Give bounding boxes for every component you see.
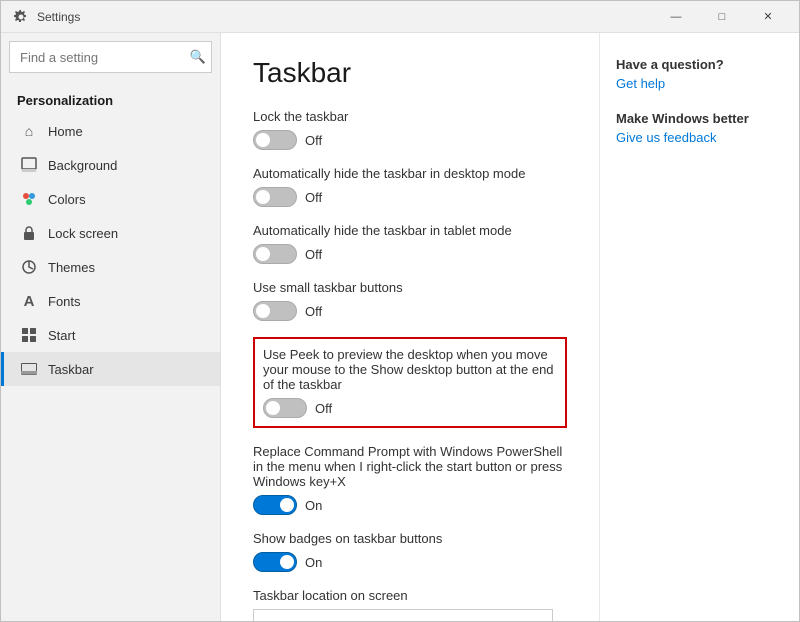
sidebar-item-fonts[interactable]: A Fonts [1, 284, 220, 318]
sidebar-item-colors-label: Colors [48, 192, 86, 207]
sidebar-item-fonts-label: Fonts [48, 294, 81, 309]
search-container: 🔍 [9, 41, 212, 73]
search-icon: 🔍 [190, 49, 206, 64]
toggle-row-hide-tablet: Off [253, 244, 567, 264]
sidebar-item-themes-label: Themes [48, 260, 95, 275]
toggle-knob [256, 247, 270, 261]
dropdown-location[interactable]: Bottom Top Left Right [253, 609, 553, 621]
dropdown-location-wrapper: Bottom Top Left Right ▾ [253, 609, 553, 621]
toggle-hide-desktop[interactable] [253, 187, 297, 207]
lock-icon [20, 224, 38, 242]
toggle-row-small-buttons: Off [253, 301, 567, 321]
toggle-lock-taskbar[interactable] [253, 130, 297, 150]
toggle-knob [256, 190, 270, 204]
setting-small-buttons-label: Use small taskbar buttons [253, 280, 567, 295]
feedback-link[interactable]: Give us feedback [616, 130, 783, 145]
home-icon: ⌂ [20, 122, 38, 140]
app-body: 🔍 Personalization ⌂ Home Background Colo… [1, 33, 799, 621]
toggle-badges-text: On [305, 555, 322, 570]
toggle-hide-tablet[interactable] [253, 244, 297, 264]
sidebar-item-home-label: Home [48, 124, 83, 139]
themes-icon [20, 258, 38, 276]
toggle-peek-preview-text: Off [315, 401, 332, 416]
window-title: Settings [37, 10, 80, 24]
toggle-row-powershell: On [253, 495, 567, 515]
title-bar: Settings — □ ✕ [1, 1, 799, 33]
setting-hide-desktop: Automatically hide the taskbar in deskto… [253, 166, 567, 207]
sidebar-item-background-label: Background [48, 158, 117, 173]
sidebar-item-colors[interactable]: Colors [1, 182, 220, 216]
setting-hide-tablet: Automatically hide the taskbar in tablet… [253, 223, 567, 264]
toggle-hide-tablet-text: Off [305, 247, 322, 262]
setting-hide-desktop-label: Automatically hide the taskbar in deskto… [253, 166, 567, 181]
setting-peek-preview-label: Use Peek to preview the desktop when you… [263, 347, 557, 392]
start-icon [20, 326, 38, 344]
toggle-row-lock-taskbar: Off [253, 130, 567, 150]
sidebar: 🔍 Personalization ⌂ Home Background Colo… [1, 33, 221, 621]
toggle-powershell-text: On [305, 498, 322, 513]
sidebar-item-taskbar[interactable]: Taskbar [1, 352, 220, 386]
sidebar-item-background[interactable]: Background [1, 148, 220, 182]
setting-hide-tablet-label: Automatically hide the taskbar in tablet… [253, 223, 567, 238]
setting-lock-taskbar: Lock the taskbar Off [253, 109, 567, 150]
sidebar-item-start-label: Start [48, 328, 75, 343]
sidebar-item-start[interactable]: Start [1, 318, 220, 352]
taskbar-icon [20, 360, 38, 378]
dropdown-location-label: Taskbar location on screen [253, 588, 567, 603]
close-button[interactable]: ✕ [745, 1, 791, 33]
setting-small-buttons: Use small taskbar buttons Off [253, 280, 567, 321]
toggle-small-buttons-text: Off [305, 304, 322, 319]
sidebar-item-lock-screen-label: Lock screen [48, 226, 118, 241]
get-help-link[interactable]: Get help [616, 76, 783, 91]
colors-icon [20, 190, 38, 208]
search-input[interactable] [9, 41, 212, 73]
sidebar-item-themes[interactable]: Themes [1, 250, 220, 284]
main-content: Taskbar Lock the taskbar Off Automatical… [221, 33, 599, 621]
right-panel: Have a question? Get help Make Windows b… [599, 33, 799, 621]
toggle-hide-desktop-text: Off [305, 190, 322, 205]
toggle-row-peek-preview: Off [263, 398, 557, 418]
toggle-row-badges: On [253, 552, 567, 572]
sidebar-item-taskbar-label: Taskbar [48, 362, 94, 377]
toggle-small-buttons[interactable] [253, 301, 297, 321]
toggle-knob [266, 401, 280, 415]
toggle-peek-preview[interactable] [263, 398, 307, 418]
setting-badges-label: Show badges on taskbar buttons [253, 531, 567, 546]
toggle-knob [256, 133, 270, 147]
toggle-knob [280, 498, 294, 512]
setting-badges: Show badges on taskbar buttons On [253, 531, 567, 572]
settings-window-icon [13, 9, 29, 25]
maximize-button[interactable]: □ [699, 1, 745, 33]
minimize-button[interactable]: — [653, 1, 699, 33]
sidebar-item-home[interactable]: ⌂ Home [1, 114, 220, 148]
setting-peek-preview-highlighted: Use Peek to preview the desktop when you… [253, 337, 567, 428]
window-controls: — □ ✕ [653, 1, 791, 33]
toggle-row-hide-desktop: Off [253, 187, 567, 207]
background-icon [20, 156, 38, 174]
dropdown-container-location: Taskbar location on screen Bottom Top Le… [253, 588, 567, 621]
question-title: Have a question? [616, 57, 783, 72]
search-icon-button[interactable]: 🔍 [190, 49, 206, 65]
page-title: Taskbar [253, 57, 567, 89]
setting-powershell: Replace Command Prompt with Windows Powe… [253, 444, 567, 515]
toggle-knob [256, 304, 270, 318]
setting-lock-taskbar-label: Lock the taskbar [253, 109, 567, 124]
settings-window: Settings — □ ✕ 🔍 Personalization ⌂ Home [0, 0, 800, 622]
sidebar-item-lock-screen[interactable]: Lock screen [1, 216, 220, 250]
title-bar-left: Settings [13, 9, 80, 25]
toggle-badges[interactable] [253, 552, 297, 572]
setting-powershell-label: Replace Command Prompt with Windows Powe… [253, 444, 567, 489]
fonts-icon: A [20, 292, 38, 310]
toggle-knob [280, 555, 294, 569]
toggle-lock-taskbar-text: Off [305, 133, 322, 148]
toggle-powershell[interactable] [253, 495, 297, 515]
improve-title: Make Windows better [616, 111, 783, 126]
sidebar-section-title: Personalization [1, 85, 220, 114]
